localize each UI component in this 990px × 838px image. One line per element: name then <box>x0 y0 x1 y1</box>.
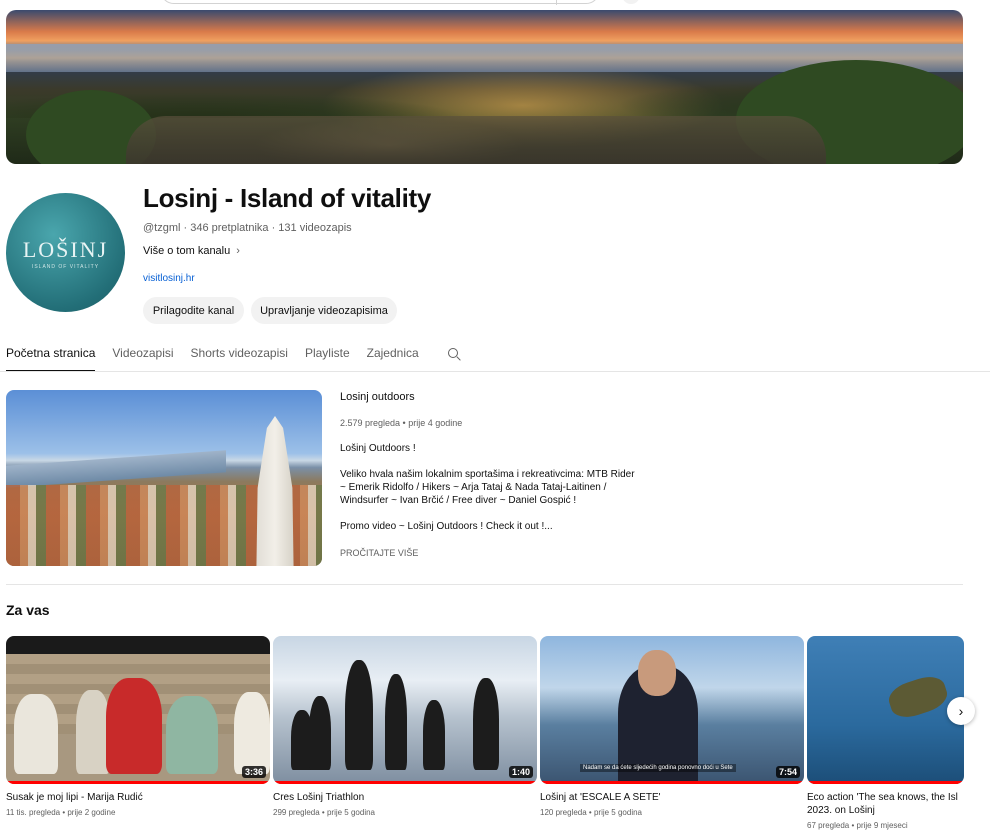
video-thumbnail[interactable]: 1:40 <box>273 636 537 784</box>
channel-banner <box>6 10 963 164</box>
channel-avatar[interactable]: LOŠINJ ISLAND OF VITALITY <box>6 193 125 312</box>
video-card[interactable]: Eco action 'The sea knows, the Isl 2023.… <box>807 636 967 830</box>
description-line: Veliko hvala našim lokalnim sportašima i… <box>340 469 635 506</box>
thumb-person <box>309 696 331 770</box>
featured-video-thumbnail[interactable] <box>6 390 322 566</box>
watch-progress-bar <box>6 781 270 784</box>
video-card[interactable]: 3:36 Susak je moj lipi - Marija Rudić 11… <box>6 636 270 817</box>
watch-progress-bar <box>807 781 964 784</box>
tab-home[interactable]: Početna stranica <box>6 338 96 372</box>
video-card[interactable]: 1:40 Cres Lošinj Triathlon 299 pregleda … <box>273 636 537 817</box>
avatar-logo: LOŠINJ <box>22 237 109 262</box>
video-meta: 67 pregleda • prije 9 mjeseci <box>807 821 908 830</box>
channel-subscribers: 346 pretplatnika <box>190 222 269 234</box>
section-divider <box>6 584 963 585</box>
thumb-person <box>14 694 58 774</box>
channel-tabs: Početna stranica Videozapisi Shorts vide… <box>6 338 462 372</box>
video-thumbnail[interactable] <box>807 636 964 784</box>
thumb-person <box>385 674 407 770</box>
more-about-link[interactable]: Više o tom kanalu › <box>143 245 240 257</box>
banner-terrace <box>126 116 826 164</box>
for-you-heading: Za vas <box>6 602 50 618</box>
featured-video-description: Lošinj Outdoors ! Veliko hvala našim lok… <box>340 442 640 546</box>
description-line: Promo video ~ Lošinj Outdoors ! Check it… <box>340 521 553 532</box>
duration-badge: 7:54 <box>775 766 800 778</box>
more-about-label: Više o tom kanalu <box>143 245 231 257</box>
avatar-logo-sub: ISLAND OF VITALITY <box>31 264 100 270</box>
video-card[interactable]: Nadam se da ćete sljedećih godina ponovn… <box>540 636 804 817</box>
thumb-sea <box>6 450 226 488</box>
thumb-person <box>166 696 218 774</box>
search-divider <box>556 0 557 5</box>
thumb-person <box>76 690 110 774</box>
thumb-face <box>638 650 676 696</box>
video-meta: 299 pregleda • prije 5 godina <box>273 808 375 817</box>
search-icon[interactable] <box>446 338 462 372</box>
thumb-person <box>473 678 499 770</box>
video-thumbnail[interactable]: Nadam se da ćete sljedećih godina ponovn… <box>540 636 804 784</box>
chevron-right-icon: › <box>236 245 240 257</box>
video-title[interactable]: Cres Lošinj Triathlon <box>273 791 537 804</box>
read-more-link[interactable]: PROČITAJTE VIŠE <box>340 548 418 558</box>
video-meta: 120 pregleda • prije 5 godina <box>540 808 642 817</box>
thumb-person <box>106 678 162 774</box>
channel-website-link[interactable]: visitlosinj.hr <box>143 273 195 284</box>
channel-title: Losinj - Island of vitality <box>143 183 432 213</box>
channel-handle: @tzgml <box>143 222 181 234</box>
tab-videos[interactable]: Videozapisi <box>112 338 173 372</box>
featured-video-meta: 2.579 pregleda • prije 4 godine <box>340 418 463 428</box>
video-title[interactable]: Eco action 'The sea knows, the Isl 2023.… <box>807 791 967 817</box>
thumb-person <box>423 700 445 770</box>
video-thumbnail[interactable]: 3:36 <box>6 636 270 784</box>
video-title[interactable]: Susak je moj lipi - Marija Rudić <box>6 791 270 804</box>
customize-channel-button[interactable]: Prilagodite kanal <box>143 297 244 324</box>
duration-badge: 1:40 <box>508 766 533 778</box>
tab-shorts[interactable]: Shorts videozapisi <box>191 338 288 372</box>
chevron-right-icon[interactable]: › <box>947 697 975 725</box>
thumb-person <box>234 692 270 774</box>
watch-progress-bar <box>273 781 537 784</box>
featured-video-title[interactable]: Losinj outdoors <box>340 391 415 403</box>
description-line: Lošinj Outdoors ! <box>340 443 416 454</box>
watch-progress-bar <box>540 781 804 784</box>
tab-playlists[interactable]: Playliste <box>305 338 350 372</box>
tabs-divider <box>0 371 990 372</box>
channel-meta: @tzgml · 346 pretplatnika · 131 videozap… <box>143 222 352 234</box>
mic-icon[interactable] <box>622 0 640 4</box>
thumb-barrel <box>885 671 951 723</box>
channel-video-count: 131 videozapis <box>278 222 352 234</box>
top-search-remnant <box>0 0 990 8</box>
manage-videos-button[interactable]: Upravljanje videozapisima <box>251 297 397 324</box>
tab-community[interactable]: Zajednica <box>367 338 419 372</box>
thumb-person <box>345 660 373 770</box>
duration-badge: 3:36 <box>241 766 266 778</box>
video-meta: 11 tis. pregleda • prije 2 godine <box>6 808 116 817</box>
search-box[interactable] <box>160 0 600 5</box>
video-caption: Nadam se da ćete sljedećih godina ponovn… <box>580 764 736 772</box>
video-title[interactable]: Lošinj at 'ESCALE A SETE' <box>540 791 804 804</box>
